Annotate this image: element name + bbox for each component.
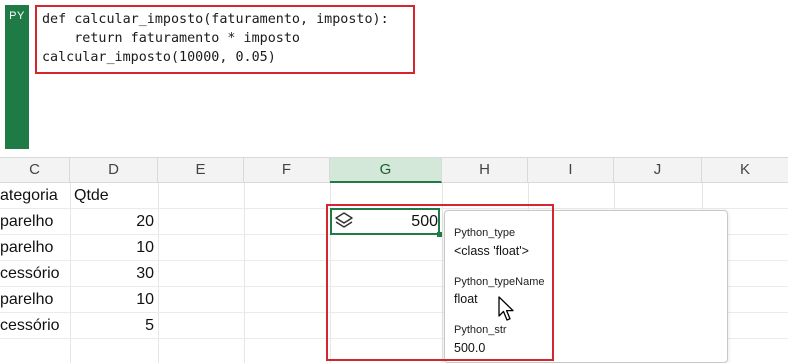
column-header-d[interactable]: D	[70, 158, 158, 182]
code-highlight-box	[35, 5, 415, 74]
cell-qtde[interactable]: 10	[72, 287, 154, 312]
cell-categoria[interactable]: parelho	[0, 287, 68, 312]
cell-categoria-header[interactable]: ategoria	[0, 183, 68, 208]
column-header-g[interactable]: G	[330, 158, 442, 183]
cell-categoria[interactable]: cessório	[0, 261, 68, 286]
column-header-h[interactable]: H	[442, 158, 528, 182]
cell-qtde[interactable]: 5	[72, 313, 154, 338]
python-badge-label: PY	[9, 10, 25, 22]
column-header-j[interactable]: J	[614, 158, 702, 182]
mouse-cursor-icon	[498, 296, 514, 321]
column-header-row: C D E F G H I J K	[0, 157, 788, 183]
cell-qtde[interactable]: 30	[72, 261, 154, 286]
cell-qtde[interactable]: 10	[72, 235, 154, 260]
column-header-k[interactable]: K	[702, 158, 788, 182]
result-highlight-box	[326, 204, 554, 361]
column-header-e[interactable]: E	[158, 158, 244, 182]
formula-bar[interactable]: PY def calcular_imposto(faturamento, imp…	[0, 0, 788, 152]
cell-qtde-header[interactable]: Qtde	[74, 183, 154, 208]
cell-categoria[interactable]: parelho	[0, 209, 68, 234]
column-header-i[interactable]: I	[528, 158, 614, 182]
column-header-f[interactable]: F	[244, 158, 330, 182]
cell-categoria[interactable]: cessório	[0, 313, 68, 338]
python-badge: PY	[5, 5, 29, 149]
cell-categoria[interactable]: parelho	[0, 235, 68, 260]
cell-qtde[interactable]: 20	[72, 209, 154, 234]
column-header-c[interactable]: C	[0, 158, 70, 182]
